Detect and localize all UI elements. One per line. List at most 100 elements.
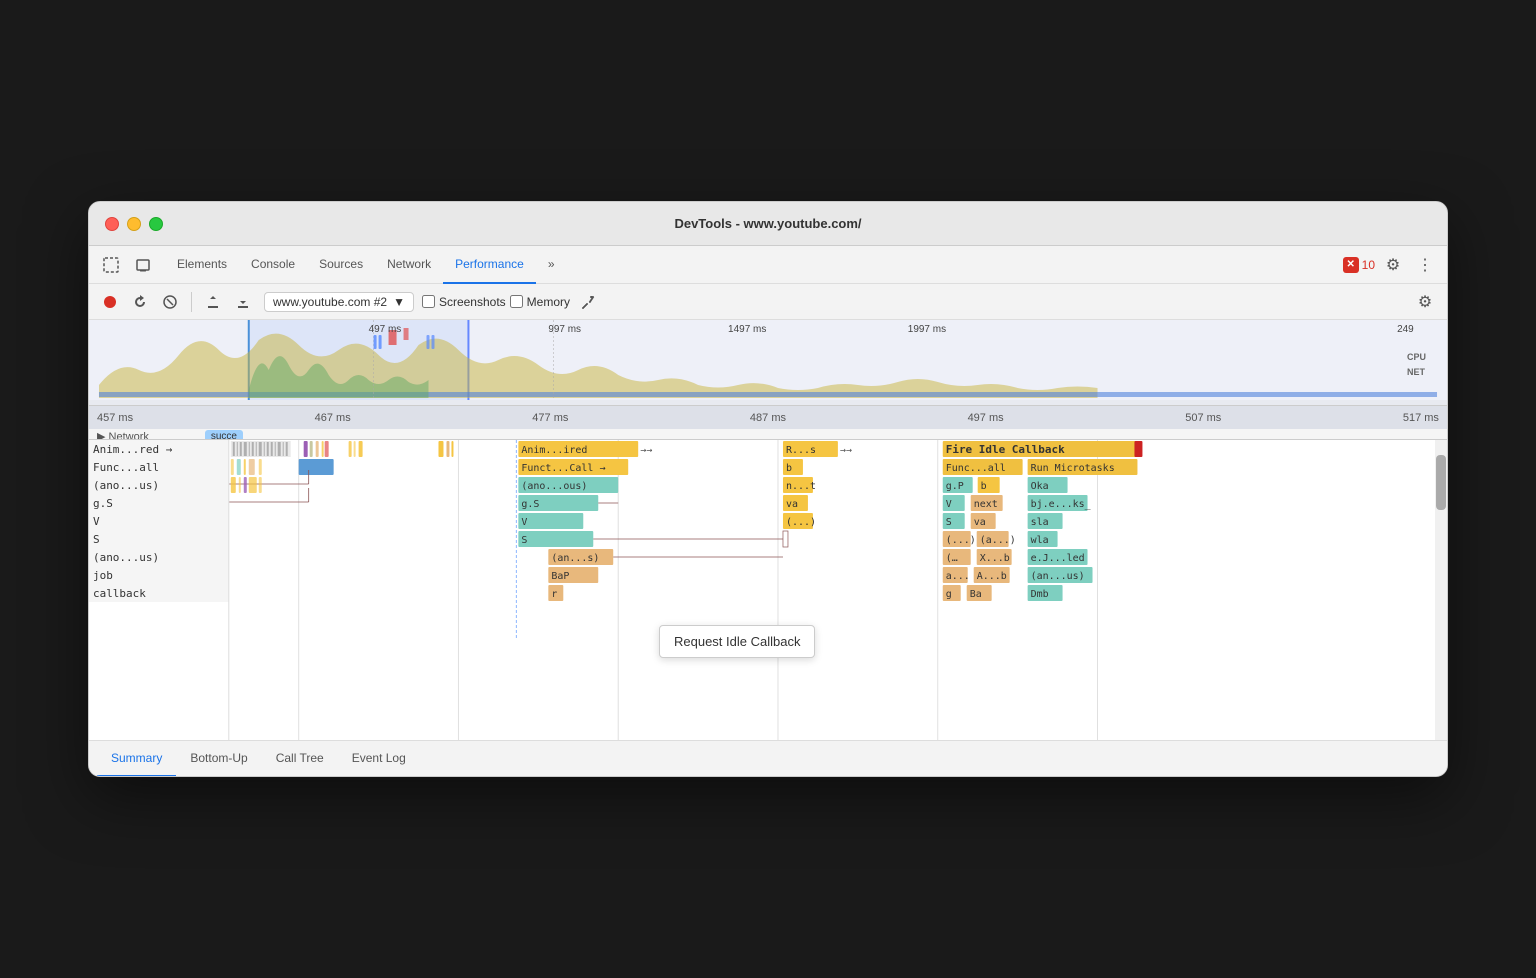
tab-summary[interactable]: Summary xyxy=(97,741,176,777)
svg-text:(an...us): (an...us) xyxy=(1031,571,1085,582)
svg-text:S: S xyxy=(521,535,527,546)
svg-text:Func...all: Func...all xyxy=(946,463,1006,474)
svg-text:Oka: Oka xyxy=(1031,481,1049,492)
ruler-mark-2: 477 ms xyxy=(532,412,568,424)
close-button[interactable] xyxy=(105,217,119,231)
device-tool-icon[interactable] xyxy=(129,251,157,279)
svg-text:→→: →→ xyxy=(840,445,852,456)
perf-settings-icon[interactable]: ⚙ xyxy=(1411,288,1439,316)
bottom-tabs: Summary Bottom-Up Call Tree Event Log xyxy=(89,740,1447,776)
cursor-tool-icon[interactable] xyxy=(97,251,125,279)
maximize-button[interactable] xyxy=(149,217,163,231)
traffic-lights xyxy=(105,217,163,231)
tab-sources[interactable]: Sources xyxy=(307,246,375,284)
memory-checkbox[interactable] xyxy=(510,295,523,308)
svg-text:S: S xyxy=(946,517,952,528)
network-pill: succe xyxy=(205,430,243,440)
svg-text:n...t: n...t xyxy=(786,481,816,492)
svg-text:BaP: BaP xyxy=(551,571,569,582)
svg-text:g: g xyxy=(946,589,952,600)
svg-text:va: va xyxy=(974,517,986,528)
ruler-mark-4: 497 ms xyxy=(968,412,1004,424)
svg-text:Anim...red →: Anim...red → xyxy=(93,443,173,456)
more-options-icon[interactable]: ⋮ xyxy=(1411,251,1439,279)
svg-text:job: job xyxy=(93,569,113,582)
svg-text:V: V xyxy=(521,517,527,528)
devtools-body: Elements Console Sources Network Perform… xyxy=(89,246,1447,776)
ruler-mark-5: 507 ms xyxy=(1185,412,1221,424)
window-title: DevTools - www.youtube.com/ xyxy=(674,216,861,231)
tab-call-tree[interactable]: Call Tree xyxy=(262,741,338,777)
svg-text:e.J...led: e.J...led xyxy=(1031,553,1085,564)
svg-text:(...): (...) xyxy=(946,535,976,546)
toolbar-divider-1 xyxy=(191,292,192,312)
network-track-label[interactable]: ▶ Network xyxy=(97,430,149,440)
svg-text:Ba: Ba xyxy=(970,589,982,600)
svg-text:249: 249 xyxy=(1397,324,1414,335)
tab-bar-tools xyxy=(97,251,157,279)
tab-network[interactable]: Network xyxy=(375,246,443,284)
record-button[interactable] xyxy=(97,289,123,315)
svg-text:g.S: g.S xyxy=(93,497,113,510)
ruler-mark-1: 467 ms xyxy=(315,412,351,424)
svg-text:va: va xyxy=(786,499,798,510)
titlebar: DevTools - www.youtube.com/ xyxy=(89,202,1447,246)
svg-text:callback: callback xyxy=(93,587,146,600)
request-idle-callback-tooltip: Request Idle Callback xyxy=(659,625,815,658)
upload-button[interactable] xyxy=(200,289,226,315)
tab-console[interactable]: Console xyxy=(239,246,307,284)
svg-text:b: b xyxy=(786,463,792,474)
tab-items: Elements Console Sources Network Perform… xyxy=(165,246,1343,284)
svg-text:wla: wla xyxy=(1031,535,1049,546)
flame-chart-svg[interactable]: Anim...red → xyxy=(89,440,1447,740)
svg-text:A...b: A...b xyxy=(977,571,1007,582)
download-button[interactable] xyxy=(230,289,256,315)
screenshots-checkbox[interactable] xyxy=(422,295,435,308)
svg-text:Func...all: Func...all xyxy=(93,461,159,474)
flame-chart-area: Anim...red → xyxy=(89,440,1447,740)
tab-event-log[interactable]: Event Log xyxy=(338,741,420,777)
timeline-ruler: 457 ms 467 ms 477 ms 487 ms 497 ms 507 m… xyxy=(97,412,1439,424)
svg-text:r: r xyxy=(551,589,557,600)
minimize-button[interactable] xyxy=(127,217,141,231)
tab-bottom-up[interactable]: Bottom-Up xyxy=(176,741,261,777)
svg-text:(a...): (a...) xyxy=(980,535,1016,546)
timeline-overview-svg: 497 ms 997 ms 1497 ms 1997 ms 249 CPU NE… xyxy=(89,320,1447,400)
settings-icon[interactable]: ⚙ xyxy=(1379,251,1407,279)
svg-text:Anim...ired: Anim...ired xyxy=(521,445,587,456)
svg-text:(ano...ous): (ano...ous) xyxy=(521,481,587,492)
svg-text:1997 ms: 1997 ms xyxy=(908,324,946,335)
memory-checkbox-label[interactable]: Memory xyxy=(510,295,570,309)
svg-text:X...b: X...b xyxy=(980,553,1010,564)
svg-text:1497 ms: 1497 ms xyxy=(728,324,766,335)
devtools-window: DevTools - www.youtube.com/ xyxy=(88,201,1448,777)
ruler-mark-3: 487 ms xyxy=(750,412,786,424)
svg-text:Funct...Call →: Funct...Call → xyxy=(521,463,605,474)
tab-performance[interactable]: Performance xyxy=(443,246,536,284)
ruler-mark-0: 457 ms xyxy=(97,412,133,424)
performance-toolbar: www.youtube.com #2 ▼ Screenshots Memory … xyxy=(89,284,1447,320)
svg-text:g.P: g.P xyxy=(946,481,964,492)
timeline-area[interactable]: 497 ms 997 ms 1497 ms 1997 ms 249 CPU NE… xyxy=(89,320,1447,440)
svg-text:Run Microtasks: Run Microtasks xyxy=(1031,463,1115,474)
reload-record-button[interactable] xyxy=(127,289,153,315)
tab-more[interactable]: » xyxy=(536,246,567,284)
clear-button[interactable] xyxy=(157,289,183,315)
svg-text:b: b xyxy=(981,481,987,492)
svg-text:a...: a... xyxy=(946,571,970,582)
broom-icon[interactable] xyxy=(574,288,602,316)
timeline-tracks: ▶ Network succe xyxy=(89,429,1447,440)
tab-elements[interactable]: Elements xyxy=(165,246,239,284)
svg-text:V: V xyxy=(946,499,952,510)
svg-text:(...): (...) xyxy=(786,517,816,528)
svg-text:CPU: CPU xyxy=(1407,352,1426,362)
url-select[interactable]: www.youtube.com #2 ▼ xyxy=(264,292,414,312)
svg-text:next: next xyxy=(974,499,998,510)
ruler-mark-6: 517 ms xyxy=(1403,412,1439,424)
svg-text:Dmb: Dmb xyxy=(1031,589,1049,600)
svg-text:R...s: R...s xyxy=(786,445,816,456)
svg-text:bj.e...ks_: bj.e...ks_ xyxy=(1031,499,1092,510)
svg-text:(…: (… xyxy=(946,553,958,564)
screenshots-checkbox-label[interactable]: Screenshots xyxy=(422,295,506,309)
error-badge[interactable]: ✕ 10 xyxy=(1343,257,1375,273)
